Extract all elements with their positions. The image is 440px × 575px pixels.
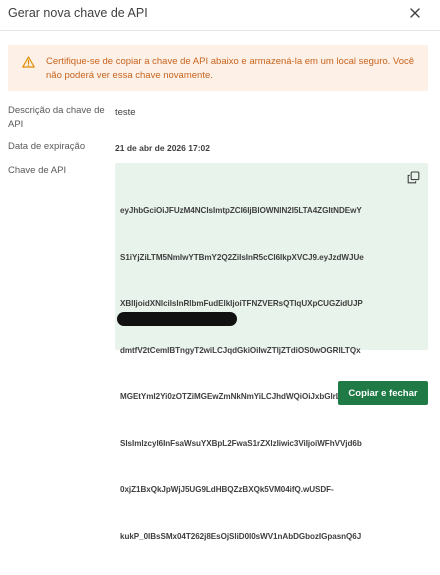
close-icon[interactable] xyxy=(408,6,422,20)
dialog-header: Gerar nova chave de API xyxy=(0,0,440,30)
dialog-title: Gerar nova chave de API xyxy=(8,6,148,20)
warning-alert: Certifique-se de copiar a chave de API a… xyxy=(8,45,428,91)
api-key-line: 0xjZ1BxQkJpWjJ5UG9LdHBQZzBXQk5VM04ifQ.wU… xyxy=(120,485,334,494)
api-key-dialog: Gerar nova chave de API Certifique-se de… xyxy=(0,0,440,541)
redaction-bar xyxy=(117,312,237,326)
expiration-label: Data de expiração xyxy=(8,141,86,152)
api-key-box: eyJhbGciOiJFUzM4NCIsImtpZCI6IjBlOWNlN2I5… xyxy=(115,163,428,541)
description-value: teste xyxy=(115,107,136,118)
api-key-line: dmtfV2tCemlBTngyT2wiLCJqdGkiOiIwZTljZTdi… xyxy=(120,345,361,355)
copy-icon[interactable] xyxy=(407,171,420,184)
api-key-line: eyJhbGciOiJFUzM4NCIsImtpZCI6IjBlOWNlN2I5… xyxy=(120,206,362,215)
description-label: Descrição da chave de API xyxy=(8,104,108,132)
api-key-line: SIsImlzcyI6InFsaWsuYXBpL2FwaS1rZXlzIiwic… xyxy=(120,438,362,448)
api-key-value[interactable]: eyJhbGciOiJFUzM4NCIsImtpZCI6IjBlOWNlN2I5… xyxy=(120,172,402,575)
api-key-label: Chave de API xyxy=(8,165,67,176)
copy-and-close-button[interactable]: Copiar e fechar xyxy=(338,381,428,405)
warning-message: Certifique-se de copiar a chave de API a… xyxy=(46,55,422,83)
warning-icon xyxy=(22,55,35,68)
warning-message-line: não poderá ver essa chave novamente. xyxy=(46,70,213,81)
api-key-line: kukP_0lBsSMx04T262j8EsOjSliD0l0sWV1nAbDG… xyxy=(120,531,362,541)
description-label-line: Descrição da chave de xyxy=(8,105,105,116)
expiration-value: 21 de abr de 2026 17:02 xyxy=(115,143,210,153)
api-key-line: XBlIjoidXNlcilsInRlbmFudElkIjoiTFNZVERsQ… xyxy=(120,299,363,308)
description-label-line: API xyxy=(8,119,24,130)
header-divider xyxy=(0,30,440,31)
api-key-line: S1iYjZiLTM5NmIwYTBmY2Q2ZiIsInR5cCI6IkpXV… xyxy=(120,252,364,262)
warning-message-line: Certifique-se de copiar a chave de API a… xyxy=(46,56,415,67)
